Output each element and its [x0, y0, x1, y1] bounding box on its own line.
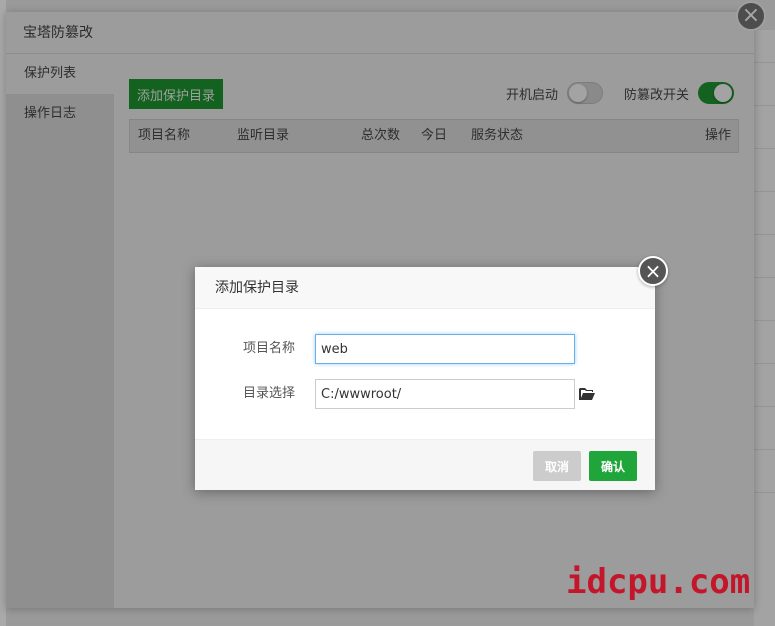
name-row: 项目名称 — [195, 334, 655, 364]
table-header: 项目名称 监听目录 总次数 今日 服务状态 操作 — [129, 119, 739, 153]
background-divider — [754, 191, 775, 192]
background-divider — [754, 234, 775, 235]
side-menu-item-protect-list[interactable]: 保护列表 — [6, 54, 114, 94]
background-divider — [754, 320, 775, 321]
close-icon[interactable]: × — [736, 1, 766, 31]
name-label: 项目名称 — [242, 341, 295, 356]
column-header-total: 总次数 — [361, 128, 401, 143]
close-icon[interactable]: × — [638, 256, 668, 286]
confirm-button[interactable]: 确认 — [589, 451, 637, 481]
watermark: idcpu.com — [566, 562, 751, 602]
column-header-today: 今日 — [421, 128, 448, 143]
tamper-toggle-label: 防篡改开关 — [624, 87, 690, 103]
cancel-button[interactable]: 取消 — [533, 451, 581, 481]
background-divider — [754, 62, 775, 63]
side-menu: 保护列表 操作日志 — [6, 54, 114, 608]
boot-toggle[interactable] — [567, 82, 604, 104]
column-header-name: 项目名称 — [138, 128, 191, 143]
project-name-input[interactable] — [315, 334, 575, 364]
dialog-footer: 取消 确认 — [195, 439, 655, 490]
column-header-status: 服务状态 — [471, 128, 524, 143]
background-divider — [754, 105, 775, 106]
boot-toggle-group: 开机启动 — [506, 82, 604, 104]
background-divider — [754, 363, 775, 364]
directory-input[interactable] — [315, 379, 575, 409]
background-divider — [754, 277, 775, 278]
side-menu-item-operation-log[interactable]: 操作日志 — [6, 94, 114, 134]
tamper-toggle-group: 防篡改开关 — [624, 82, 735, 104]
toggle-knob — [569, 84, 588, 102]
folder-open-icon[interactable] — [579, 387, 595, 401]
tamper-toggle[interactable] — [698, 82, 735, 104]
dialog-title: 添加保护目录 — [195, 267, 655, 309]
toggle-knob — [714, 84, 733, 102]
dir-row: 目录选择 — [195, 379, 655, 409]
add-protect-dir-button[interactable]: 添加保护目录 — [129, 79, 223, 109]
dir-label: 目录选择 — [242, 386, 295, 401]
add-protect-dir-dialog: 添加保护目录 项目名称 目录选择 取消 确认 × — [195, 256, 668, 490]
background-right-column — [754, 30, 775, 626]
window-title: 宝塔防篡改 — [6, 12, 754, 54]
boot-toggle-label: 开机启动 — [506, 87, 559, 103]
column-header-action: 操作 — [705, 128, 732, 143]
background-divider — [754, 449, 775, 450]
column-header-dir: 监听目录 — [237, 128, 290, 143]
background-divider — [754, 492, 775, 493]
background-divider — [754, 406, 775, 407]
background-divider — [754, 148, 775, 149]
